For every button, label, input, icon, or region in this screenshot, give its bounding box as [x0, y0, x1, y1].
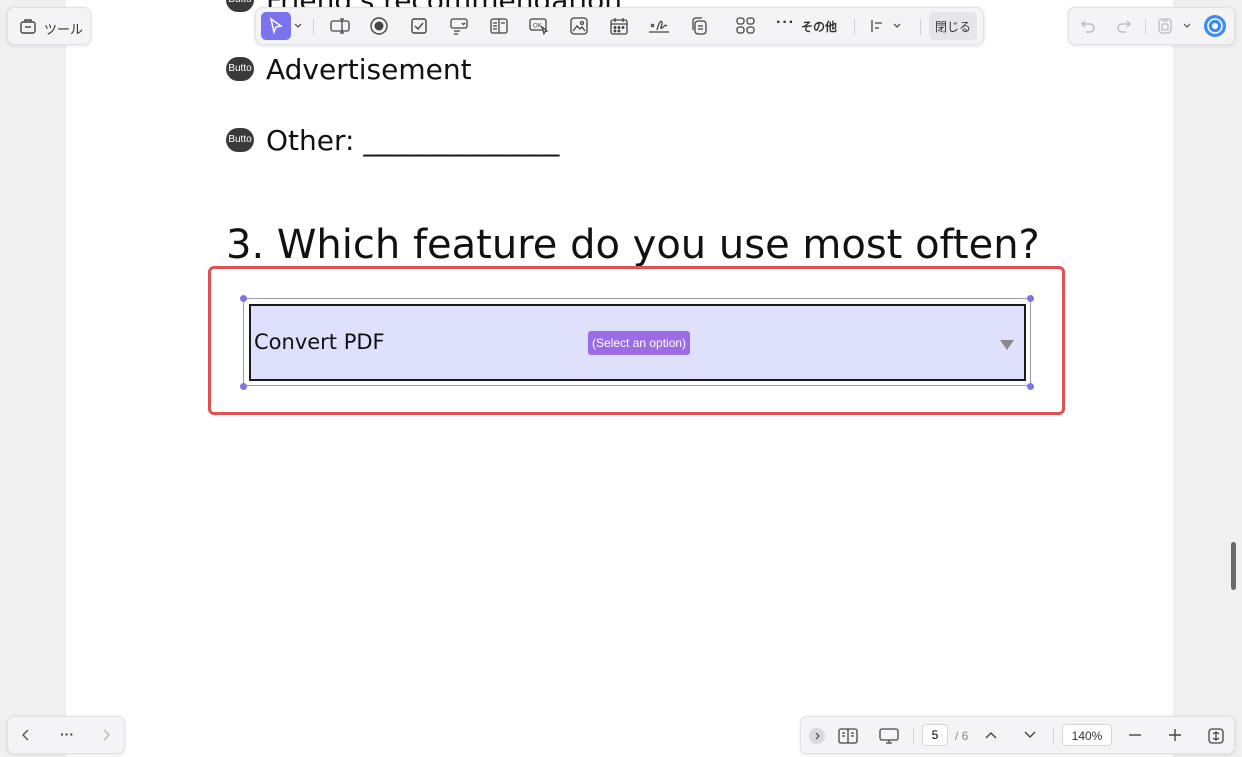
list-box-tool[interactable] [484, 12, 514, 40]
resize-handle[interactable] [240, 383, 247, 390]
total-pages: / 6 [955, 729, 969, 743]
radio-button-tool[interactable] [364, 12, 394, 40]
dropdown-value: Convert PDF [254, 330, 385, 354]
fit-page-icon[interactable] [1206, 726, 1226, 746]
vertical-scrollbar[interactable] [1231, 542, 1236, 590]
back-icon[interactable] [18, 727, 34, 743]
tools-label: ツール [44, 22, 84, 37]
question-heading: 3. Which feature do you use most often? [226, 222, 1040, 268]
radio-icon [370, 17, 388, 35]
page-number-input[interactable] [922, 724, 948, 746]
combo-box-tool[interactable] [444, 12, 474, 40]
option-label: Other: ______________ [266, 124, 560, 157]
save-icon[interactable] [1154, 16, 1176, 36]
radio-button[interactable]: Butto [226, 128, 254, 152]
next-page-icon[interactable] [1022, 727, 1038, 743]
reading-mode-icon[interactable] [837, 726, 859, 746]
resize-handle[interactable] [1027, 383, 1034, 390]
align-button[interactable] [866, 12, 906, 40]
form-toolbar: OK ··· その他 閉じる [255, 7, 984, 45]
zoom-in-icon[interactable] [1167, 727, 1183, 743]
presentation-icon[interactable] [877, 726, 901, 746]
zoom-level[interactable]: 140% [1062, 724, 1112, 746]
expand-panel-icon[interactable] [809, 728, 825, 744]
select-tool-dropdown[interactable] [292, 12, 304, 40]
image-field-tool[interactable] [564, 12, 594, 40]
image-field-icon [570, 17, 588, 35]
redo-icon[interactable] [1113, 16, 1135, 36]
resize-handle[interactable] [1027, 295, 1034, 302]
align-left-icon [871, 20, 882, 32]
list-box-icon [490, 18, 508, 34]
chevron-down-icon[interactable] [1180, 19, 1194, 33]
close-label: 閉じる [934, 19, 971, 34]
zoom-out-icon[interactable] [1127, 727, 1143, 743]
copy-icon [692, 17, 707, 35]
close-button[interactable]: 閉じる [929, 12, 977, 40]
signature-icon [649, 20, 669, 33]
grid-icon [736, 17, 755, 34]
button-tool[interactable]: OK [524, 12, 554, 40]
signature-tool[interactable] [644, 12, 674, 40]
undo-icon[interactable] [1077, 16, 1099, 36]
nav-panel: ··· [7, 716, 125, 754]
more-dots-icon: ··· [776, 14, 795, 31]
select-tool-button[interactable] [261, 12, 291, 40]
status-panel: / 6 140% [800, 716, 1235, 754]
more-label: その他 [800, 19, 837, 34]
combo-box-icon [450, 18, 468, 35]
history-panel [1068, 7, 1235, 45]
chevron-down-icon [294, 23, 302, 28]
prev-page-icon[interactable] [983, 727, 999, 743]
ai-assistant-icon[interactable] [1203, 14, 1227, 38]
option-label: Advertisement [266, 53, 472, 86]
more-nav-button[interactable]: ··· [60, 726, 74, 742]
ok-button-icon: OK [529, 18, 549, 36]
checkbox-tool[interactable] [404, 12, 434, 40]
forward-icon[interactable] [98, 727, 114, 743]
resize-handle[interactable] [240, 295, 247, 302]
dropdown-arrow-icon[interactable] [1000, 340, 1014, 350]
chevron-down-icon [893, 23, 901, 28]
field-name-badge: (Select an option) [588, 331, 691, 355]
text-field-tool[interactable] [325, 12, 355, 40]
grid-tool[interactable] [731, 12, 761, 40]
checkbox-icon [411, 18, 427, 34]
date-field-tool[interactable] [604, 12, 634, 40]
calendar-icon [610, 18, 628, 35]
tools-button[interactable]: ツール [7, 7, 91, 45]
text-field-icon [330, 18, 350, 34]
dropdown-field[interactable]: Convert PDF (Select an option) [249, 304, 1026, 381]
cursor-icon [269, 17, 283, 35]
radio-button[interactable]: Butto [226, 57, 254, 81]
copy-tool[interactable] [684, 12, 714, 40]
more-button[interactable]: ··· その他 [776, 12, 846, 40]
tools-icon [18, 16, 38, 36]
